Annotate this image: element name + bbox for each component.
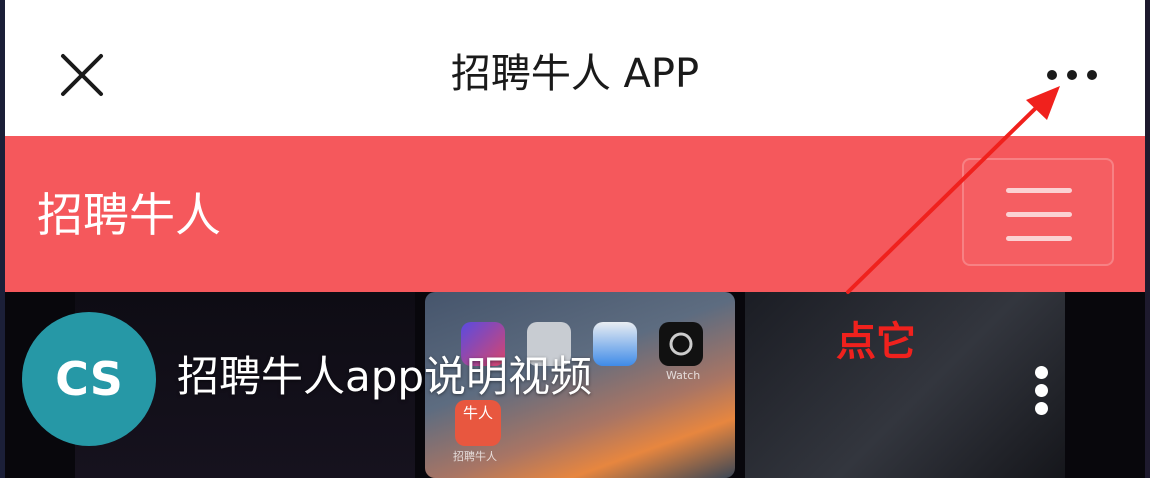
annotation-label: 点它 [836, 319, 916, 365]
watch-app-icon [659, 322, 703, 366]
video-player[interactable]: Watch 牛人 招聘牛人 CS 招聘牛人app说明视频 [5, 292, 1145, 478]
site-brand[interactable]: 招聘牛人 [37, 186, 221, 244]
page-title: 招聘牛人 APP [450, 51, 700, 97]
watch-app-label: Watch [666, 369, 701, 382]
menu-toggle-button[interactable] [962, 158, 1114, 266]
more-horizontal-icon [1047, 70, 1097, 80]
top-navigation-bar: 招聘牛人 APP [5, 0, 1145, 136]
video-more-button[interactable] [1027, 364, 1057, 418]
site-header: 招聘牛人 [5, 136, 1145, 292]
zhaopin-niuren-app-icon: 牛人 [455, 400, 501, 446]
more-options-button[interactable] [1041, 60, 1107, 92]
files-app-icon [593, 322, 637, 366]
zhaopin-niuren-app-label: 招聘牛人 [453, 450, 497, 463]
window-edge-right [1145, 0, 1150, 478]
channel-avatar[interactable]: CS [22, 312, 156, 446]
video-title[interactable]: 招聘牛人app说明视频 [177, 350, 592, 404]
